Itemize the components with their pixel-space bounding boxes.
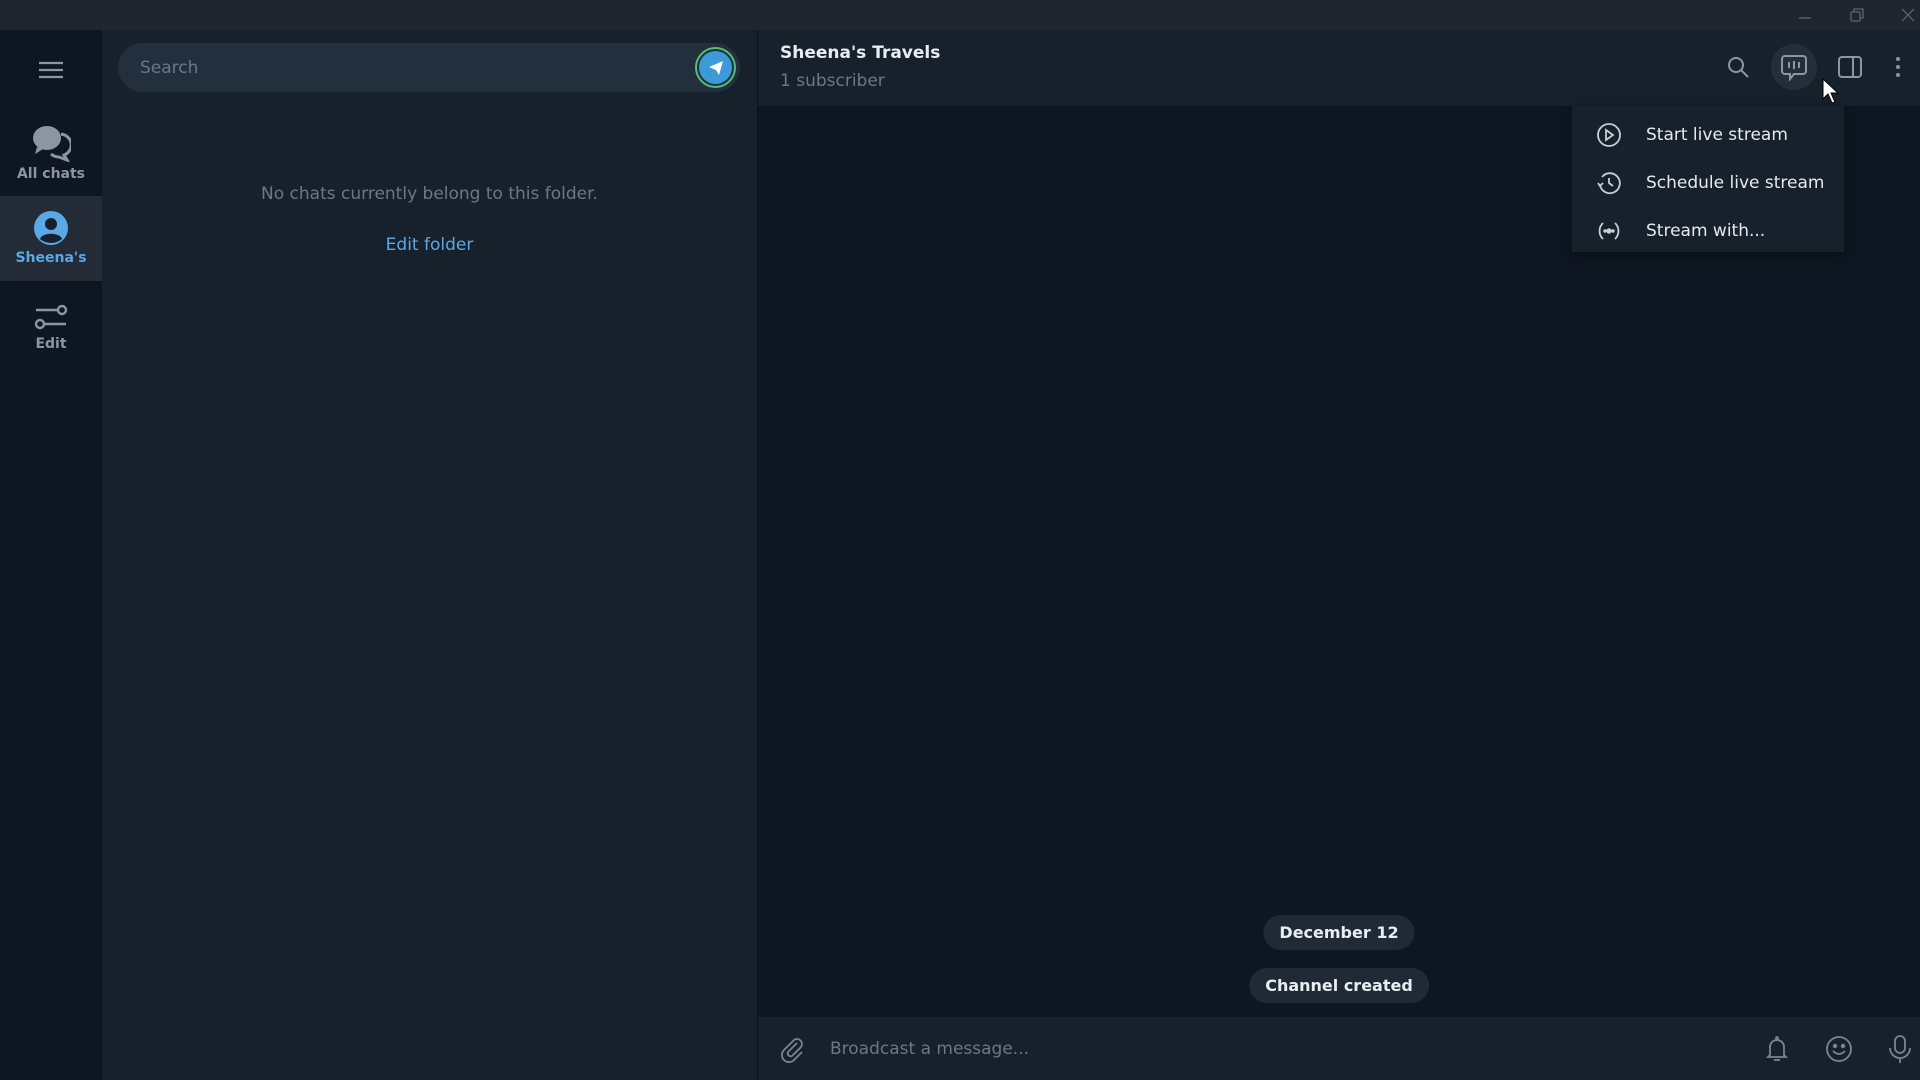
more-options-button[interactable] (1875, 44, 1920, 90)
telegram-story-button[interactable] (695, 47, 736, 88)
close-window-button[interactable] (1885, 0, 1920, 30)
play-circle-icon (1597, 123, 1621, 147)
broadcast-icon (1598, 222, 1620, 240)
folder-label: All chats (16, 166, 86, 182)
folder-rail: All chats Sheena's Edit (0, 30, 102, 1080)
chat-header[interactable]: Sheena's Travels 1 subscriber (758, 30, 1920, 106)
message-input[interactable] (830, 1017, 1730, 1080)
chat-list-panel: No chats currently belong to this folder… (102, 30, 757, 1080)
emoji-icon (1826, 1036, 1852, 1062)
main-menu-button[interactable] (0, 50, 102, 90)
search-box (118, 43, 740, 92)
paperclip-icon (781, 1038, 803, 1063)
voice-message-button[interactable] (1878, 1027, 1920, 1071)
live-stream-menu: Start live stream Schedule live stream S… (1572, 106, 1844, 252)
chat-area: Sheena's Travels 1 subscriber Start live… (758, 30, 1920, 1080)
subscriber-count: 1 subscriber (780, 71, 885, 91)
search-input[interactable] (140, 43, 640, 92)
folder-edit[interactable]: Edit (0, 298, 102, 378)
restore-button[interactable] (1834, 0, 1880, 30)
folder-label: Sheena's (15, 250, 87, 266)
menu-item-label: Start live stream (1646, 125, 1788, 145)
bell-icon (1765, 1036, 1789, 1061)
service-message: Channel created (1249, 968, 1429, 1003)
microphone-icon (1889, 1035, 1911, 1063)
folder-all-chats[interactable]: All chats (0, 120, 102, 200)
minimize-icon (1799, 17, 1811, 19)
minimize-button[interactable] (1782, 0, 1828, 30)
message-composer (758, 1017, 1920, 1080)
stream-with-item[interactable]: Stream with... (1572, 207, 1844, 255)
hamburger-icon (39, 61, 63, 79)
sliders-icon (34, 304, 68, 330)
live-stream-icon (1781, 55, 1807, 81)
emoji-button[interactable] (1817, 1027, 1861, 1071)
history-clock-icon (1597, 172, 1621, 195)
search-icon (1728, 57, 1749, 78)
date-separator: December 12 (1263, 915, 1415, 950)
close-icon (1901, 8, 1915, 22)
chats-icon (33, 126, 71, 162)
menu-item-label: Stream with... (1646, 221, 1766, 241)
user-circle-icon (34, 211, 68, 245)
mute-notifications-button[interactable] (1755, 1027, 1799, 1071)
folder-label: Edit (35, 336, 67, 352)
menu-item-label: Schedule live stream (1646, 173, 1825, 193)
search-button[interactable] (1715, 44, 1761, 90)
schedule-live-stream-item[interactable]: Schedule live stream (1572, 159, 1844, 207)
folder-sheenas[interactable]: Sheena's (0, 196, 102, 281)
side-panel-icon (1838, 56, 1862, 78)
channel-title[interactable]: Sheena's Travels (780, 43, 940, 63)
live-stream-button[interactable] (1771, 44, 1817, 90)
attach-button[interactable] (770, 1027, 814, 1071)
empty-folder-message: No chats currently belong to this folder… (261, 184, 598, 204)
more-vertical-icon (1896, 57, 1900, 77)
window-titlebar (0, 0, 1920, 30)
edit-folder-link[interactable]: Edit folder (102, 235, 757, 255)
restore-icon (1850, 8, 1864, 22)
start-live-stream-item[interactable]: Start live stream (1572, 111, 1844, 159)
mouse-cursor-icon (1822, 78, 1840, 104)
telegram-logo-icon (708, 60, 723, 75)
